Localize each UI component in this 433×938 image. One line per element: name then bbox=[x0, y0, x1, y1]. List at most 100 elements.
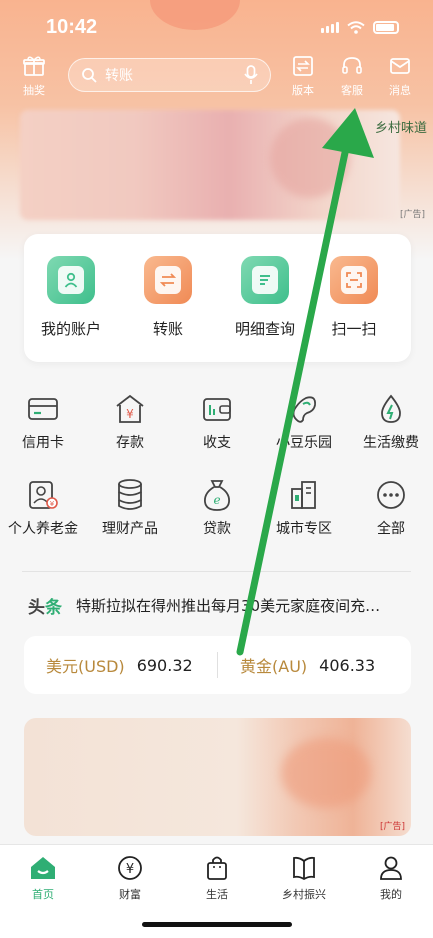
deposit-icon: ¥ bbox=[116, 394, 144, 423]
wifi-icon bbox=[347, 21, 365, 34]
tab-life[interactable]: 生活 bbox=[174, 853, 260, 902]
service-label: 生活缴费 bbox=[363, 435, 419, 451]
ad-tag: [广告] bbox=[379, 822, 405, 832]
loan-bag-icon: e bbox=[204, 480, 230, 511]
service-income-expense[interactable]: 收支 bbox=[174, 390, 260, 452]
tab-label: 生活 bbox=[206, 888, 228, 901]
svg-text:¥: ¥ bbox=[126, 407, 134, 421]
gift-icon bbox=[23, 56, 45, 76]
service-label: 收支 bbox=[203, 435, 231, 451]
ad-brand: 乡村味道 bbox=[374, 121, 427, 136]
tab-rural-revitalization[interactable]: 乡村振兴 bbox=[261, 853, 347, 902]
quick-actions-card: 我的账户 转账 明细查询 扫一扫 bbox=[24, 234, 411, 362]
customer-service-button[interactable]: 客服 bbox=[330, 56, 374, 98]
rate-value: 406.33 bbox=[319, 655, 376, 675]
service-label: 信用卡 bbox=[22, 435, 64, 451]
service-label: 全部 bbox=[377, 521, 405, 537]
tab-label: 我的 bbox=[380, 888, 402, 901]
service-label: 个人养老金 bbox=[8, 521, 78, 537]
tab-wealth[interactable]: ¥ 财富 bbox=[87, 853, 173, 902]
credit-card-icon bbox=[28, 398, 58, 420]
transfer-icon bbox=[144, 256, 192, 304]
service-pension[interactable]: ¥ 个人养老金 bbox=[0, 476, 86, 538]
message-button[interactable]: 消息 bbox=[378, 56, 422, 98]
tab-label: 首页 bbox=[32, 888, 54, 901]
person-icon bbox=[380, 856, 402, 880]
top-bar: 抽奖 转账 版本 客服 消息 bbox=[0, 56, 433, 100]
version-button[interactable]: 版本 bbox=[281, 56, 325, 98]
wallet-icon bbox=[203, 398, 231, 421]
lottery-label: 抽奖 bbox=[23, 84, 45, 97]
service-label: 城市专区 bbox=[276, 521, 332, 537]
rates-card[interactable]: 美元(USD) 690.32 黄金(AU) 406.33 bbox=[24, 636, 411, 694]
quick-action-label: 转账 bbox=[152, 320, 183, 338]
mail-icon bbox=[390, 58, 410, 74]
coins-icon bbox=[118, 479, 142, 510]
rate-gold[interactable]: 黄金(AU) 406.33 bbox=[218, 653, 411, 677]
lottery-button[interactable]: 抽奖 bbox=[12, 56, 56, 98]
headline-tag: 头条 bbox=[28, 598, 62, 618]
quick-action-label: 我的账户 bbox=[40, 320, 101, 338]
utility-icon bbox=[381, 394, 401, 423]
quick-action-details[interactable]: 明细查询 bbox=[220, 256, 310, 339]
ad-banner-figure bbox=[270, 118, 350, 198]
promo-banner[interactable]: [广告] bbox=[24, 718, 411, 836]
microphone-icon[interactable] bbox=[244, 65, 258, 85]
home-indicator bbox=[142, 922, 292, 927]
rate-label: 美元(USD) bbox=[46, 657, 125, 676]
service-utility-payment[interactable]: 生活缴费 bbox=[348, 390, 433, 452]
tab-mine[interactable]: 我的 bbox=[348, 853, 433, 902]
tab-label: 乡村振兴 bbox=[282, 888, 326, 901]
promo-banner-image bbox=[281, 738, 371, 808]
divider bbox=[22, 571, 411, 572]
headline-text[interactable]: 特斯拉拟在得州推出每月30美元家庭夜间充电计划 bbox=[76, 595, 394, 616]
service-bean-park[interactable]: 小豆乐园 bbox=[261, 390, 347, 452]
headset-icon bbox=[342, 57, 362, 74]
search-icon bbox=[82, 68, 97, 83]
rate-value: 690.32 bbox=[136, 655, 193, 675]
service-label: 理财产品 bbox=[102, 521, 158, 537]
yuan-icon: ¥ bbox=[118, 856, 142, 880]
search-input[interactable]: 转账 bbox=[68, 58, 271, 92]
service-all[interactable]: 全部 bbox=[348, 476, 433, 538]
book-icon bbox=[293, 856, 315, 881]
service-label: 客服 bbox=[341, 84, 363, 97]
bean-icon bbox=[292, 396, 316, 423]
service-label: 小豆乐园 bbox=[276, 435, 332, 451]
home-icon bbox=[31, 857, 55, 879]
quick-action-transfer[interactable]: 转账 bbox=[123, 256, 213, 339]
search-placeholder: 转账 bbox=[105, 68, 133, 84]
service-wealth-products[interactable]: 理财产品 bbox=[87, 476, 173, 538]
service-label: 贷款 bbox=[203, 521, 231, 537]
quick-action-scan[interactable]: 扫一扫 bbox=[309, 256, 399, 339]
headline-news[interactable]: 头条 特斯拉拟在得州推出每月30美元家庭夜间充电计划 bbox=[28, 593, 408, 618]
status-time: 10:42 bbox=[46, 16, 98, 38]
service-city-zone[interactable]: 城市专区 bbox=[261, 476, 347, 538]
quick-action-label: 扫一扫 bbox=[331, 320, 377, 338]
service-label: 存款 bbox=[116, 435, 144, 451]
svg-text:¥: ¥ bbox=[126, 862, 134, 877]
quick-action-my-account[interactable]: 我的账户 bbox=[26, 256, 116, 339]
rate-label: 黄金(AU) bbox=[240, 657, 308, 676]
account-icon bbox=[47, 256, 95, 304]
service-credit-card[interactable]: 信用卡 bbox=[0, 390, 86, 452]
tab-home[interactable]: 首页 bbox=[0, 853, 86, 902]
status-bar: 10:42 bbox=[0, 0, 433, 54]
more-icon bbox=[377, 481, 405, 509]
service-deposit[interactable]: ¥ 存款 bbox=[87, 390, 173, 452]
ad-tag: [广告] bbox=[399, 210, 425, 220]
details-icon bbox=[241, 256, 289, 304]
version-switch-icon bbox=[293, 56, 313, 76]
service-loan[interactable]: e 贷款 bbox=[174, 476, 260, 538]
signal-icon bbox=[321, 22, 339, 33]
svg-text:e: e bbox=[213, 493, 220, 507]
svg-text:¥: ¥ bbox=[50, 500, 55, 508]
city-icon bbox=[291, 481, 316, 509]
battery-icon bbox=[373, 21, 399, 34]
message-label: 消息 bbox=[389, 84, 411, 97]
pension-icon: ¥ bbox=[29, 481, 58, 509]
quick-action-label: 明细查询 bbox=[234, 320, 295, 338]
scan-icon bbox=[330, 256, 378, 304]
rate-usd[interactable]: 美元(USD) 690.32 bbox=[24, 653, 217, 677]
shopping-bag-icon bbox=[207, 856, 227, 880]
